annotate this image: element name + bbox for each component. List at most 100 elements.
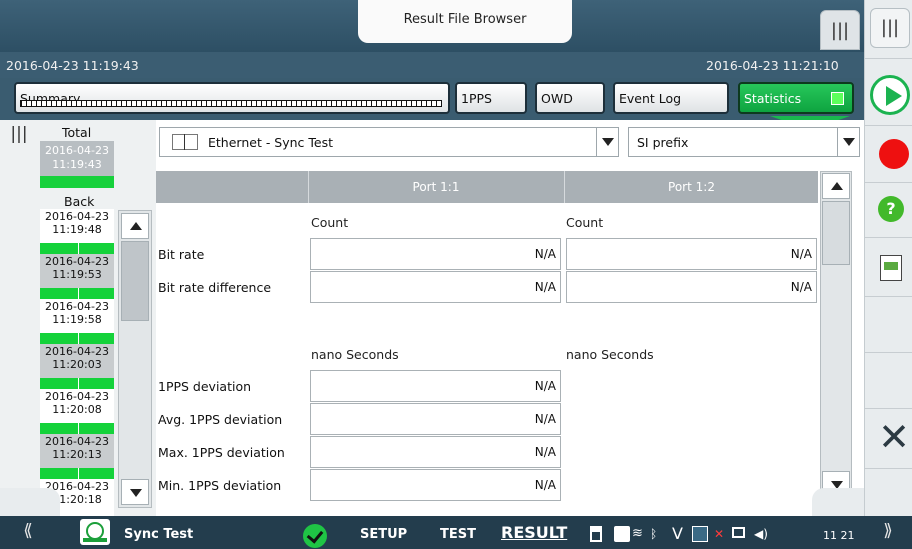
rail-divider bbox=[865, 296, 912, 297]
scroll-up-icon[interactable] bbox=[822, 173, 850, 199]
history-time: 11:20:08 bbox=[52, 403, 102, 416]
history-item[interactable]: 2016-04-23 11:20:13 bbox=[40, 434, 114, 479]
total-result[interactable]: 2016-04-23 11:19:43 bbox=[40, 141, 114, 177]
help-icon[interactable]: ? bbox=[878, 196, 904, 222]
rail-divider bbox=[865, 468, 912, 469]
history-time: 11:19:58 bbox=[52, 313, 102, 326]
power-icon bbox=[590, 526, 602, 542]
unit-label: nano Seconds bbox=[566, 347, 654, 362]
test-color-icon bbox=[172, 134, 198, 150]
test-selector[interactable]: Ethernet - Sync Test bbox=[159, 127, 619, 157]
clock: 11 21 bbox=[823, 529, 855, 542]
screen-icon bbox=[692, 526, 708, 542]
status-ok-icon bbox=[303, 524, 327, 548]
history-status-bar bbox=[40, 288, 114, 299]
history-date: 2016-04-23 bbox=[45, 435, 109, 448]
rail-divider bbox=[865, 352, 912, 353]
chevron-down-icon[interactable] bbox=[837, 128, 859, 156]
camera-icon bbox=[614, 526, 630, 542]
total-label: Total bbox=[62, 125, 92, 140]
volume-icon: ◀) bbox=[754, 527, 768, 541]
close-icon[interactable]: ✕ bbox=[874, 418, 912, 458]
scrollbar-thumb[interactable] bbox=[121, 241, 149, 321]
row-label-bit-rate: Bit rate bbox=[158, 247, 205, 262]
value-cell: N/A bbox=[310, 403, 561, 435]
row-label-avg-1pps-deviation: Avg. 1PPS deviation bbox=[158, 412, 283, 427]
column-header-port-1-1: Port 1:1 bbox=[308, 171, 563, 203]
nav-left-icon[interactable]: ⟪ bbox=[10, 516, 46, 549]
corner-tab bbox=[0, 488, 60, 516]
history-item[interactable]: 2016-04-23 11:19:53 bbox=[40, 254, 114, 299]
left-menu-icon[interactable]: ||| bbox=[8, 124, 30, 146]
tab-statistics-label: Statistics bbox=[744, 91, 802, 106]
corner-tab bbox=[812, 488, 864, 516]
total-status-bar bbox=[40, 176, 114, 188]
end-time: 2016-04-23 11:21:10 bbox=[706, 58, 839, 73]
value-cell: N/A bbox=[566, 271, 817, 303]
tab-statistics[interactable]: Statistics bbox=[738, 82, 854, 114]
test-selector-value: Ethernet - Sync Test bbox=[208, 135, 334, 150]
active-indicator-icon bbox=[831, 92, 844, 105]
tab-1pps[interactable]: 1PPS bbox=[455, 82, 527, 114]
value-cell: N/A bbox=[310, 469, 561, 501]
signal-icon: V bbox=[672, 524, 683, 543]
monitor-icon bbox=[732, 527, 745, 538]
scroll-down-icon[interactable] bbox=[121, 479, 149, 505]
tab-event-log[interactable]: Event Log bbox=[613, 82, 729, 114]
history-time: 11:19:48 bbox=[52, 223, 102, 236]
history-status-bar bbox=[40, 243, 114, 254]
history-item[interactable]: 2016-04-23 11:20:03 bbox=[40, 344, 114, 389]
history-status-bar bbox=[40, 468, 114, 479]
record-icon[interactable] bbox=[879, 139, 909, 169]
history-status-bar bbox=[40, 333, 114, 344]
tab-summary[interactable]: Summary bbox=[14, 82, 450, 114]
value-cell: N/A bbox=[310, 436, 561, 468]
report-icon[interactable] bbox=[880, 255, 902, 281]
rail-divider bbox=[865, 125, 912, 126]
system-tray: ≋ ᛒ V ✕ ◀) bbox=[590, 522, 818, 546]
network-off-icon: ✕ bbox=[714, 527, 725, 541]
history-date: 2016-04-23 bbox=[45, 210, 109, 223]
row-label-max-1pps-deviation: Max. 1PPS deviation bbox=[158, 445, 285, 460]
scrollbar-thumb[interactable] bbox=[822, 201, 850, 265]
history-status-bar bbox=[40, 378, 114, 389]
panel-toggle-icon[interactable]: ||| bbox=[820, 10, 860, 50]
prefix-selector-value: SI prefix bbox=[637, 135, 689, 150]
start-time: 2016-04-23 11:19:43 bbox=[6, 58, 139, 73]
history-status-bar bbox=[40, 423, 114, 434]
rail-divider bbox=[865, 237, 912, 238]
chevron-down-icon[interactable] bbox=[596, 128, 618, 156]
history-item[interactable]: 2016-04-23 11:19:48 bbox=[40, 209, 114, 254]
window-title: Result File Browser bbox=[358, 0, 572, 43]
play-icon[interactable] bbox=[870, 75, 910, 115]
history-item[interactable]: 2016-04-23 11:19:58 bbox=[40, 299, 114, 344]
result-button[interactable]: RESULT bbox=[501, 523, 567, 542]
history-date: 2016-04-23 bbox=[45, 345, 109, 358]
value-cell: N/A bbox=[310, 238, 561, 270]
history-date: 2016-04-23 bbox=[45, 255, 109, 268]
row-label-1pps-deviation: 1PPS deviation bbox=[158, 379, 252, 394]
menu-icon[interactable]: ||| bbox=[870, 8, 910, 48]
history-time: 11:20:03 bbox=[52, 358, 102, 371]
back-label: Back bbox=[64, 194, 95, 209]
nav-right-icon[interactable]: ⟫ bbox=[870, 516, 906, 549]
history-time: 11:19:53 bbox=[52, 268, 102, 281]
history-time: 11:20:13 bbox=[52, 448, 102, 461]
test-button[interactable]: TEST bbox=[440, 527, 476, 542]
setup-button[interactable]: SETUP bbox=[360, 527, 407, 542]
column-header-port-1-2: Port 1:2 bbox=[564, 171, 818, 203]
sync-test-app-icon[interactable] bbox=[80, 519, 110, 545]
value-cell: N/A bbox=[566, 238, 817, 270]
tab-owd[interactable]: OWD bbox=[535, 82, 605, 114]
history-item[interactable]: 2016-04-23 11:20:08 bbox=[40, 389, 114, 434]
scroll-up-icon[interactable] bbox=[121, 213, 149, 239]
total-time: 11:19:43 bbox=[52, 158, 102, 171]
value-cell: N/A bbox=[310, 370, 561, 402]
row-label-min-1pps-deviation: Min. 1PPS deviation bbox=[158, 478, 282, 493]
unit-label: Count bbox=[311, 215, 349, 230]
row-label-bit-rate-difference: Bit rate difference bbox=[158, 280, 272, 295]
prefix-selector[interactable]: SI prefix bbox=[628, 127, 860, 157]
history-date: 2016-04-23 bbox=[45, 300, 109, 313]
app-name: Sync Test bbox=[124, 527, 194, 542]
history-date: 2016-04-23 bbox=[45, 390, 109, 403]
